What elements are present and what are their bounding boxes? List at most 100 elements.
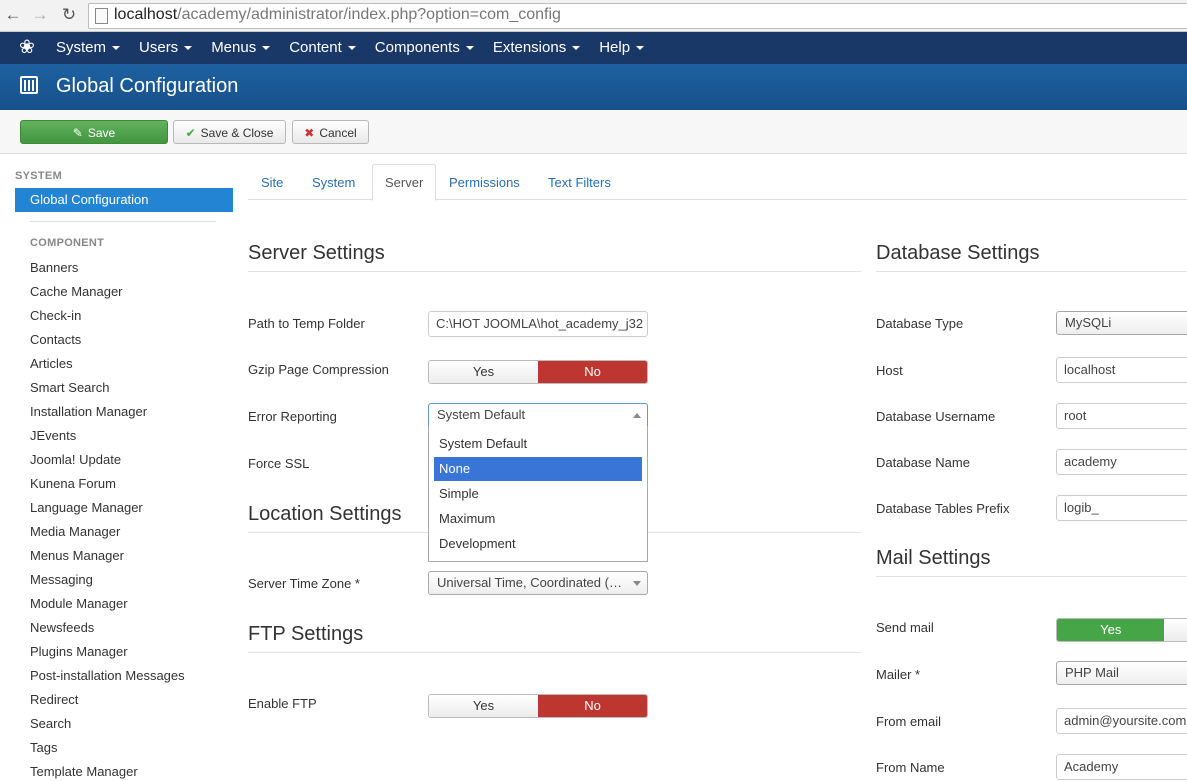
tab-server[interactable]: Server [372,164,437,201]
temp-folder-label: Path to Temp Folder [248,316,365,331]
ftp-settings-title: FTP Settings [248,623,364,645]
db-type-label: Database Type [876,316,964,331]
send-mail-no-option[interactable] [1164,619,1187,641]
sidebar-item[interactable]: JEvents [30,428,76,443]
sidebar-item[interactable]: Media Manager [30,524,120,539]
sidebar-item[interactable]: Module Manager [30,596,128,611]
address-bar[interactable]: localhost/academy/administrator/index.ph… [88,3,1187,29]
tab-text-filters[interactable]: Text Filters [536,166,623,199]
cancel-circle-icon: ✖ [304,126,315,140]
dropdown-option[interactable]: Simple [434,482,642,506]
menu-users[interactable]: Users [139,32,193,64]
sidebar-item[interactable]: Articles [30,356,73,371]
caret-down-icon [184,46,193,51]
menu-menus[interactable]: Menus [211,32,271,64]
tab-site[interactable]: Site [249,166,295,199]
chevron-down-icon [633,581,641,586]
sidebar-item[interactable]: Language Manager [30,500,143,515]
send-mail-yes-option[interactable]: Yes [1057,619,1165,641]
equalizer-icon [20,76,38,94]
admin-menu: System Users Menus Content Components Ex… [56,32,663,64]
caret-down-icon [572,46,581,51]
menu-extensions[interactable]: Extensions [493,32,581,64]
save-close-button[interactable]: ✔ Save & Close [173,120,286,144]
cancel-button[interactable]: ✖ Cancel [292,120,369,144]
db-prefix-input[interactable]: logib_ [1056,495,1187,521]
sidebar-component-heading: COMPONENT [30,237,105,249]
sidebar-item[interactable]: Plugins Manager [30,644,128,659]
sidebar-divider [30,221,216,222]
sidebar-item[interactable]: Redirect [30,692,78,707]
error-reporting-dropdown: System Default None Simple Maximum Devel… [428,426,648,562]
admin-menu-bar: ❀ System Users Menus Content Components … [0,32,1187,64]
dropdown-option[interactable]: System Default [434,432,642,456]
sidebar-item[interactable]: Menus Manager [30,548,124,563]
tab-permissions[interactable]: Permissions [437,166,532,199]
sidebar-item[interactable]: Messaging [30,572,93,587]
enable-ftp-label: Enable FTP [248,696,317,711]
from-name-label: From Name [876,760,945,775]
back-arrow-icon[interactable]: ← [2,4,24,26]
mailer-select[interactable]: PHP Mail [1056,661,1187,685]
db-host-input[interactable]: localhost [1056,357,1187,383]
page-title: Global Configuration [56,75,239,97]
sidebar-item[interactable]: Template Manager [30,764,138,779]
db-name-label: Database Name [876,455,970,470]
from-name-input[interactable]: Academy [1056,754,1187,780]
gzip-toggle[interactable]: Yes No [428,360,648,384]
sidebar-system-heading: SYSTEM [15,170,63,182]
db-username-input[interactable]: root [1056,403,1187,429]
location-settings-title: Location Settings [248,503,402,525]
joomla-logo-icon[interactable]: ❀ [19,38,35,58]
sidebar-item[interactable]: Check-in [30,308,81,323]
db-type-select[interactable]: MySQLi [1056,311,1187,335]
url-text: localhost/academy/administrator/index.ph… [114,6,561,23]
sidebar-item[interactable]: Smart Search [30,380,109,395]
sidebar-item[interactable]: Installation Manager [30,404,147,419]
dropdown-option[interactable]: Development [434,532,642,556]
gzip-yes-option[interactable]: Yes [429,361,538,383]
db-host-label: Host [876,363,903,378]
sidebar-item[interactable]: Post-installation Messages [30,668,185,683]
gzip-label: Gzip Page Compression [248,362,389,377]
sidebar-item[interactable]: Joomla! Update [30,452,121,467]
dropdown-option-highlighted[interactable]: None [434,457,642,481]
tab-system[interactable]: System [300,166,367,199]
send-mail-label: Send mail [876,620,934,635]
db-name-input[interactable]: academy [1056,449,1187,475]
ftp-no-option[interactable]: No [538,695,647,717]
error-reporting-select[interactable]: System Default [428,403,648,427]
error-reporting-label: Error Reporting [248,409,337,424]
save-button[interactable]: ✎ Save [20,120,168,144]
caret-down-icon [347,46,356,51]
section-divider [876,271,1187,272]
checkmark-icon: ✔ [185,126,196,140]
sidebar-item[interactable]: Kunena Forum [30,476,116,491]
caret-down-icon [262,46,271,51]
menu-content[interactable]: Content [289,32,356,64]
sidebar-item[interactable]: Contacts [30,332,81,347]
enable-ftp-toggle[interactable]: Yes No [428,694,648,718]
gzip-no-option[interactable]: No [538,361,647,383]
dropdown-option[interactable]: Maximum [434,507,642,531]
from-email-label: From email [876,714,942,729]
sidebar-item[interactable]: Banners [30,260,78,275]
reload-icon[interactable]: ↻ [58,4,80,26]
db-prefix-label: Database Tables Prefix [876,501,1010,516]
forward-arrow-icon[interactable]: → [29,4,51,26]
from-email-input[interactable]: admin@yoursite.com [1056,708,1187,734]
sidebar-item-global-configuration[interactable]: Global Configuration [15,188,233,212]
timezone-select[interactable]: Universal Time, Coordinated (… [428,571,648,595]
menu-components[interactable]: Components [375,32,474,64]
ftp-yes-option[interactable]: Yes [429,695,538,717]
sidebar-item[interactable]: Cache Manager [30,284,123,299]
menu-help[interactable]: Help [599,32,645,64]
sidebar-item[interactable]: Search [30,716,71,731]
temp-folder-input[interactable]: C:\HOT JOOMLA\hot_academy_j32 [428,311,648,337]
sidebar-item[interactable]: Newsfeeds [30,620,94,635]
sidebar-item[interactable]: Tags [30,740,57,755]
send-mail-toggle[interactable]: Yes [1056,618,1187,642]
page-icon [95,8,108,24]
timezone-label: Server Time Zone * [248,576,360,591]
menu-system[interactable]: System [56,32,121,64]
